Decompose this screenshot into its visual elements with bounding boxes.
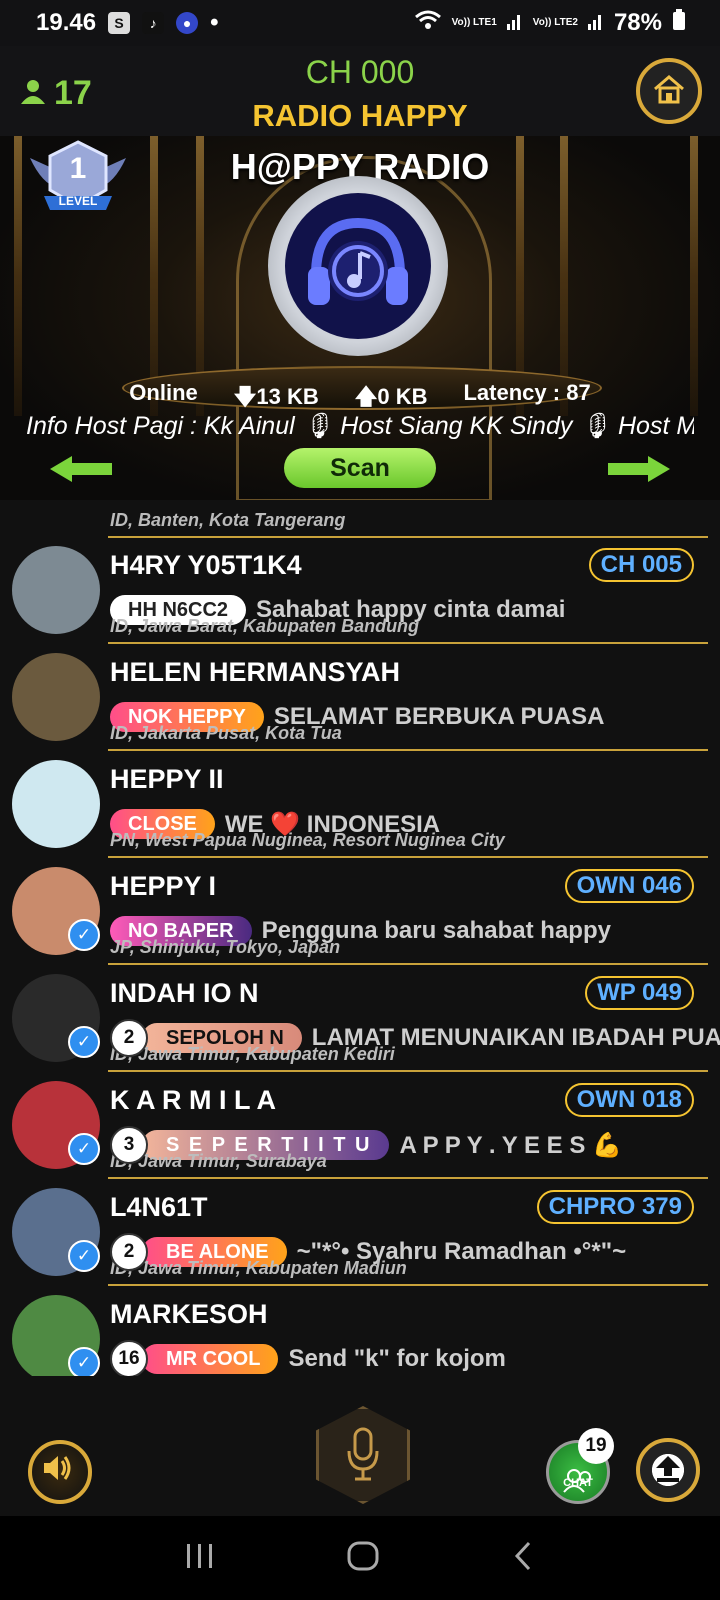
download-arrow-icon: 🡇 [233, 384, 257, 409]
user-row[interactable]: ✓H4RY Y05T1K4CH 005HH N6CC2Sahabat happy… [0, 538, 720, 645]
user-level: 16 [110, 1340, 148, 1376]
share-upload-button[interactable] [636, 1438, 700, 1502]
microphone-button[interactable] [316, 1406, 410, 1504]
upload-value: 0 KB [377, 384, 428, 409]
microphone-icon [345, 1427, 381, 1488]
home-nav-icon[interactable] [346, 1540, 380, 1577]
user-location: ID, Jakarta Pusat, Kota Tua [110, 723, 342, 743]
verified-check-icon: ✓ [68, 1133, 100, 1165]
user-name[interactable]: INDAH IO N [110, 978, 259, 1009]
home-icon [652, 74, 686, 109]
user-row[interactable]: ✓HEPPY IICLOSEWE ❤️ INDONESIAPN, West Pa… [0, 752, 720, 859]
verified-check-icon: ✓ [68, 1026, 100, 1058]
battery-percent: 78% [613, 9, 662, 36]
status-time: 19.46 [36, 9, 97, 36]
latency-value: 87 [566, 380, 591, 405]
wifi-icon [414, 9, 442, 38]
user-row[interactable]: ✓ L4N61T CHPRO 379 2 BE ALONE ~"*°• Syahru Ra… [0, 1180, 720, 1287]
user-row[interactable]: ✓ INDAH IO N WP 049 2 SEPOLOH N LAMAT MENUNAI… [0, 966, 720, 1073]
level-label: LEVEL [58, 194, 98, 208]
user-row[interactable]: ✓ MARKESOH 16 MR COOL Send "k" for kojom [0, 1287, 720, 1376]
user-name[interactable]: L4N61T [110, 1192, 208, 1223]
speaker-volume-button[interactable] [28, 1440, 92, 1504]
row-divider [108, 1284, 708, 1286]
previous-channel-arrow-icon[interactable] [48, 454, 114, 484]
carrier1-label: Vo)) LTE1 [451, 17, 497, 28]
next-channel-arrow-icon[interactable] [606, 454, 672, 484]
user-channel-tag[interactable]: CHPRO 379 [536, 1190, 694, 1224]
row-divider [108, 642, 708, 644]
latency-label: Latency : [463, 380, 561, 405]
user-location: PN, West Papua Nuginea, Resort Nuginea C… [110, 830, 505, 850]
speaker-icon [32, 1456, 80, 1496]
user-badge: MR COOL [142, 1344, 279, 1374]
user-name[interactable]: K A R M I L A [110, 1085, 276, 1116]
signal2-icon [587, 9, 604, 37]
user-channel-tag[interactable]: OWN 018 [564, 1083, 694, 1117]
headphones-music-icon [298, 209, 418, 324]
signal1-icon [506, 9, 523, 37]
carrier2-label: Vo)) LTE2 [532, 17, 578, 28]
user-avatar[interactable] [12, 653, 100, 741]
battery-icon [672, 8, 686, 38]
user-row[interactable]: ✓ HEPPY I OWN 046 NO BAPER Pengguna baru sah… [0, 859, 720, 966]
scan-button[interactable]: Scan [284, 448, 436, 488]
shopping-bag-icon: S [108, 12, 131, 34]
user-row[interactable]: ✓HELEN HERMANSYAHNOK HEPPYSELAMAT BERBUK… [0, 645, 720, 752]
verified-check-icon: ✓ [68, 919, 100, 951]
user-avatar[interactable] [12, 546, 100, 634]
channel-number: CH 000 [305, 54, 415, 90]
verified-check-icon: ✓ [68, 1240, 100, 1272]
row-divider [108, 1070, 708, 1072]
user-status-message: Send "k" for kojom [288, 1345, 506, 1372]
user-list[interactable]: ID, Banten, Kota Tangerang ✓ H4RY Y05T1K4… [0, 500, 720, 1376]
chat-unread-badge: 19 [578, 1428, 614, 1464]
user-name[interactable]: MARKESOH [110, 1299, 268, 1330]
user-name[interactable]: HEPPY I [110, 871, 216, 902]
upload-icon [652, 1452, 684, 1489]
user-location: ID, Jawa Barat, Kabupaten Bandung [110, 616, 420, 636]
user-channel-tag[interactable]: CH 005 [588, 548, 694, 582]
system-nav-bar [0, 1516, 720, 1600]
user-location: ID, Jawa Timur, Kabupaten Madiun [110, 1258, 407, 1278]
row-divider [108, 963, 708, 965]
user-location: JP, Shinjuku, Tokyo, Japan [110, 937, 341, 957]
user-level: 2 [110, 1019, 148, 1057]
user-level: 3 [110, 1126, 148, 1164]
row-divider [108, 856, 708, 858]
user-channel-tag[interactable]: OWN 046 [564, 869, 694, 903]
user-name[interactable]: HELEN HERMANSYAH [110, 657, 400, 688]
user-level: 2 [110, 1233, 148, 1271]
info-marquee: Info Host Pagi : Kk Ainul 🎙 Host Siang K… [26, 412, 694, 440]
more-notifications-dot: • [210, 9, 219, 36]
channel-header: 17 CH 000 RADIO HAPPY [0, 46, 720, 136]
partial-row-location: ID, Banten, Kota Tangerang [110, 510, 346, 530]
home-button[interactable] [636, 58, 702, 124]
bottom-controls: CHAT 19 [0, 1376, 720, 1516]
recent-apps-icon[interactable] [185, 1542, 215, 1575]
user-name[interactable]: HEPPY II [110, 764, 224, 795]
user-location: ID, Jawa Timur, Kabupaten Kediri [110, 1044, 395, 1064]
station-logo[interactable] [268, 176, 448, 356]
user-status-message: A P P Y . Y E E S 💪 [399, 1131, 622, 1159]
back-nav-icon[interactable] [511, 1540, 535, 1577]
row-divider [108, 749, 708, 751]
user-row[interactable]: ✓ K A R M I L A OWN 018 3 S E P E R T I I T … [0, 1073, 720, 1180]
user-avatar[interactable] [12, 760, 100, 848]
radio-name: RADIO HAPPY [252, 98, 468, 133]
download-value: 13 KB [256, 384, 319, 409]
radio-stage: 1 LEVEL H@PPY RADIO Online 🡇13 KB 🡅0 KB … [0, 136, 720, 500]
upload-arrow-icon: 🡅 [354, 384, 378, 409]
verified-check-icon: ✓ [68, 1347, 100, 1376]
user-channel-tag[interactable]: WP 049 [585, 976, 694, 1010]
status-bar: 19.46 S ♪ ● • Vo)) LTE1 Vo)) LTE2 78% [0, 0, 720, 46]
row-divider [108, 1177, 708, 1179]
user-name[interactable]: H4RY Y05T1K4 [110, 550, 302, 581]
user-badge-line: 16 MR COOL Send "k" for kojom [110, 1340, 506, 1376]
tiktok-icon: ♪ [142, 12, 165, 34]
app-notification-icon: ● [176, 12, 199, 34]
